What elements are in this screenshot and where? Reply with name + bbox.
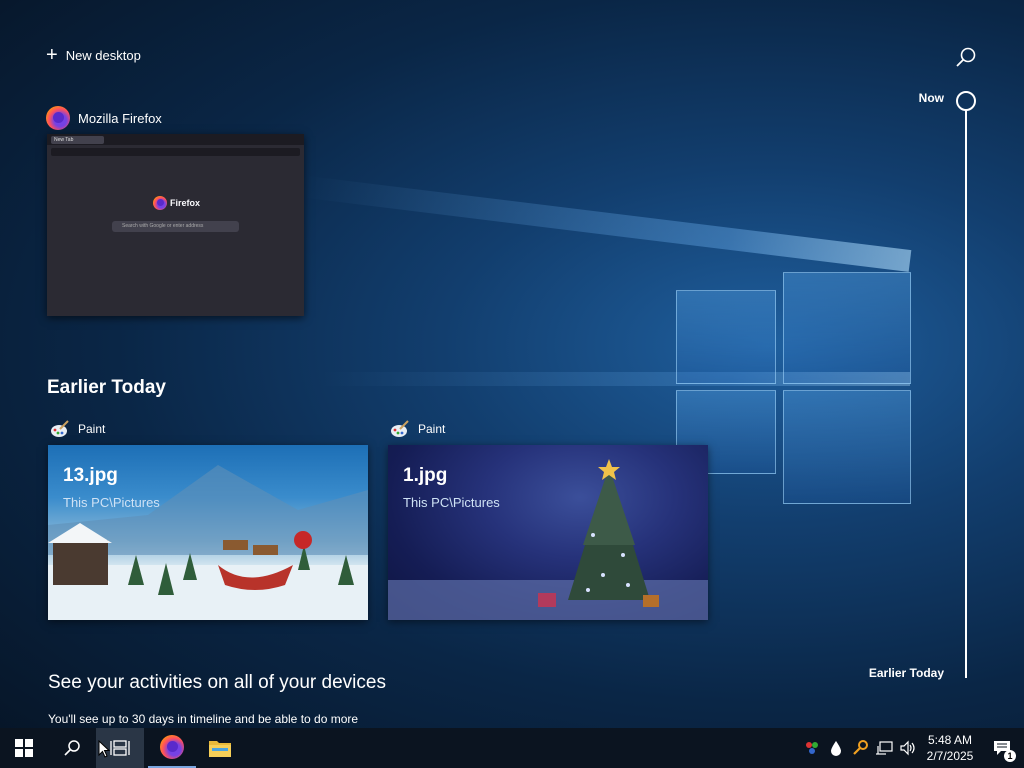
action-center-button[interactable]: 1	[980, 728, 1024, 768]
search-icon	[64, 740, 80, 756]
start-button[interactable]	[0, 728, 48, 768]
firefox-card-header: Mozilla Firefox	[46, 106, 162, 130]
wallpaper-window-pane	[676, 290, 776, 384]
activity-title: 13.jpg	[63, 465, 118, 486]
thumb-search-box: Search with Google or enter address	[112, 221, 239, 232]
paint-icon	[391, 420, 409, 437]
thumb-firefox-brand: Firefox	[153, 196, 200, 210]
firefox-window-thumbnail[interactable]: New Tab Firefox Search with Google or en…	[47, 134, 304, 316]
timeline-scrubber-knob[interactable]	[956, 91, 976, 111]
new-desktop-button[interactable]: + New desktop	[46, 44, 141, 66]
network-apps-icon	[806, 742, 818, 754]
wallpaper-window-pane	[783, 272, 911, 384]
thumb-tab: New Tab	[51, 135, 104, 144]
droplet-icon	[831, 741, 841, 756]
timeline-earlier-label: Earlier Today	[868, 666, 944, 680]
firefox-app-name: Mozilla Firefox	[78, 110, 162, 126]
tray-key[interactable]	[848, 728, 872, 768]
activities-promo-heading: See your activities on all of your devic…	[48, 672, 386, 693]
paint-app-name: Paint	[418, 422, 446, 436]
clock-date: 2/7/2025	[926, 749, 974, 763]
activity-title: 1.jpg	[403, 465, 448, 486]
taskbar-firefox-button[interactable]	[148, 728, 196, 768]
paint-card-header: Paint	[390, 420, 445, 438]
search-button[interactable]	[954, 46, 978, 70]
network-icon	[876, 741, 893, 755]
taskbar-clock[interactable]: 5:48 AM 2/7/2025	[920, 732, 980, 764]
key-icon	[853, 740, 868, 755]
taskbar-file-explorer-button[interactable]	[196, 728, 244, 768]
taskbar-search-button[interactable]	[48, 728, 96, 768]
task-view-icon	[110, 740, 130, 756]
activities-promo-subtext: You'll see up to 30 days in timeline and…	[48, 712, 359, 726]
thumb-notice-bar	[51, 159, 300, 164]
clock-time: 5:48 AM	[927, 733, 973, 747]
folder-icon	[209, 741, 231, 757]
new-desktop-label: New desktop	[65, 47, 141, 63]
tray-app-icon[interactable]	[800, 728, 824, 768]
firefox-icon	[153, 196, 167, 210]
taskbar: 5:48 AM 2/7/2025 1	[0, 728, 1024, 768]
thumb-tab-bar: New Tab	[47, 134, 304, 145]
tray-droplet[interactable]	[824, 728, 848, 768]
mouse-cursor-icon	[98, 740, 110, 758]
speaker-icon	[900, 740, 915, 756]
paint-icon	[51, 420, 69, 437]
plus-icon: +	[46, 44, 58, 66]
activity-card-1jpg[interactable]: 1.jpg This PC\Pictures	[388, 445, 708, 620]
activity-path: This PC\Pictures	[403, 495, 500, 510]
activity-card-13jpg[interactable]: 13.jpg This PC\Pictures	[48, 445, 368, 620]
thumb-brand-label: Firefox	[170, 198, 201, 208]
wallpaper-light-ray	[303, 175, 912, 272]
tray-network[interactable]	[872, 728, 896, 768]
firefox-icon	[160, 735, 184, 759]
notification-count-badge: 1	[1004, 750, 1016, 762]
timeline-now-label: Now	[918, 91, 944, 105]
tray-volume[interactable]	[896, 728, 920, 768]
paint-card-header: Paint	[50, 420, 105, 438]
firefox-icon	[46, 106, 70, 130]
timeline-scrollbar[interactable]	[965, 110, 967, 678]
thumb-url-bar	[51, 148, 300, 156]
paint-app-name: Paint	[78, 422, 106, 436]
system-tray: 5:48 AM 2/7/2025 1	[800, 728, 1024, 768]
wallpaper-window-pane	[783, 390, 911, 504]
section-heading-earlier-today: Earlier Today	[47, 377, 166, 398]
windows-logo-icon	[15, 739, 33, 757]
search-icon	[956, 47, 976, 67]
activity-path: This PC\Pictures	[63, 495, 160, 510]
